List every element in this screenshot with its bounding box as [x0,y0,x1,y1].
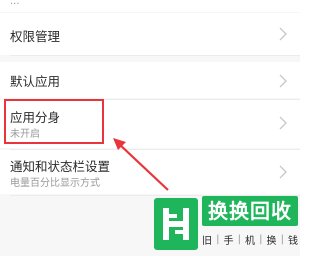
settings-row-permissions[interactable]: 权限管理 [0,13,300,55]
watermark-tag: 机 [245,235,255,247]
notifications-title: 通知和状态栏设置 [10,159,111,174]
watermark-title: 换换回收 [202,196,298,226]
default-apps-title: 默认应用 [10,74,61,89]
watermark-tags: 旧 | 手 | 机 | 换 | 钱 [202,230,298,248]
watermark: 换换回收 旧 | 手 | 机 | 换 | 钱 [150,194,300,256]
permissions-title: 权限管理 [10,29,61,44]
watermark-tag: 换 [266,235,277,247]
chevron-right-icon [279,116,287,130]
tag-separator: | [280,233,284,245]
chevron-right-icon [279,165,287,179]
partial-row-text: ... [10,0,20,7]
settings-row-default-apps[interactable]: 默认应用 [0,62,300,98]
huanhuan-logo-icon [154,198,198,250]
tag-separator: | [259,233,263,245]
settings-row-app-clone[interactable]: 应用分身 未开启 [0,100,300,148]
watermark-tag: 钱 [288,235,298,247]
settings-screen: ... 权限管理 默认应用 应用分身 未开启 通知和状态栏设置 电量百分比显示方… [0,0,300,256]
settings-row-notifications[interactable]: 通知和状态栏设置 电量百分比显示方式 [0,150,300,194]
chevron-right-icon [279,27,287,41]
watermark-tag: 手 [223,235,234,247]
divider [10,55,300,56]
watermark-tag: 旧 [202,235,212,247]
app-clone-status: 未开启 [10,129,40,140]
notifications-subtitle: 电量百分比显示方式 [10,178,100,189]
app-clone-title: 应用分身 [10,110,61,125]
tag-separator: | [237,233,241,245]
tag-separator: | [216,233,220,245]
chevron-right-icon [279,74,287,88]
settings-row-partial: ... [0,0,300,12]
